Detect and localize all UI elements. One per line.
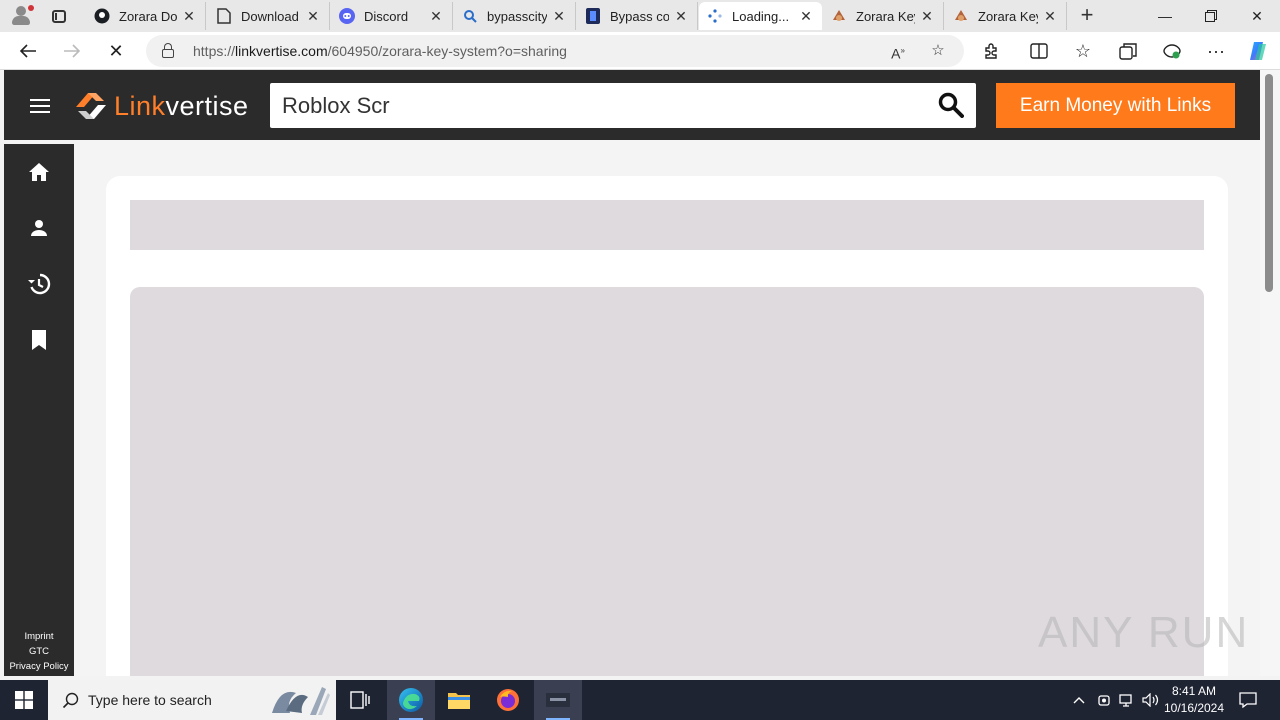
tab-download[interactable]: Download ✕ — [208, 2, 330, 30]
clock-time: 8:41 AM — [1171, 684, 1217, 698]
footer-links: Imprint GTC Privacy Policy — [4, 629, 74, 674]
web-page: Linkvertise Roblox Scr Earn Money with L… — [4, 70, 1260, 676]
new-tab-button[interactable]: + — [1076, 4, 1098, 28]
taskbar-search-placeholder: Type here to search — [88, 692, 212, 708]
collections-icon[interactable] — [1114, 37, 1142, 65]
github-icon — [94, 8, 110, 24]
search-icon — [462, 8, 478, 24]
profile-avatar-icon[interactable] — [0, 0, 44, 32]
security-tray-icon[interactable] — [1093, 680, 1115, 720]
stop-loading-icon[interactable]: ✕ — [102, 37, 130, 65]
home-icon[interactable] — [27, 160, 51, 184]
site-header: Linkvertise Roblox Scr Earn Money with L… — [4, 70, 1260, 140]
zorara-app-taskbar-icon[interactable] — [534, 680, 582, 720]
tab-actions-button[interactable] — [44, 0, 74, 32]
tab-title: Zorara Key — [856, 8, 915, 24]
search-icon — [62, 692, 79, 709]
favorites-icon[interactable]: ☆ — [1069, 37, 1097, 65]
loading-icon — [707, 8, 723, 24]
hamburger-menu-icon[interactable] — [30, 99, 50, 113]
search-icon[interactable] — [938, 92, 964, 118]
bypass-icon — [585, 8, 601, 24]
close-tab-icon[interactable]: ✕ — [919, 8, 935, 25]
copilot-icon[interactable] — [1244, 37, 1272, 65]
imprint-link[interactable]: Imprint — [4, 629, 74, 644]
tab-bypasscity[interactable]: bypasscity ✕ — [454, 2, 576, 30]
taskbar-search-input[interactable]: Type here to search — [48, 680, 336, 720]
close-tab-icon[interactable]: ✕ — [1042, 8, 1058, 25]
firefox-icon[interactable] — [484, 680, 532, 720]
loading-placeholder-bar — [130, 200, 1204, 250]
close-tab-icon[interactable]: ✕ — [305, 8, 321, 25]
extensions-icon[interactable] — [977, 37, 1005, 65]
logo-wordmark: Linkvertise — [114, 90, 249, 121]
close-tab-icon[interactable]: ✕ — [673, 8, 689, 25]
linkvertise-logo[interactable]: Linkvertise — [74, 89, 249, 123]
scrollbar-thumb[interactable] — [1265, 74, 1273, 292]
content-card — [106, 176, 1228, 676]
gtc-link[interactable]: GTC — [4, 644, 74, 659]
file-explorer-icon[interactable] — [435, 680, 483, 720]
tab-title: Bypass cor — [610, 8, 669, 24]
lock-icon[interactable] — [162, 43, 174, 58]
tab-zorara-key-1[interactable]: Zorara Key ✕ — [823, 2, 944, 30]
system-clock[interactable]: 8:41 AM 10/16/2024 — [1162, 683, 1226, 717]
notifications-icon[interactable] — [1236, 680, 1260, 720]
site-search-input[interactable]: Roblox Scr — [270, 83, 976, 128]
tab-bypass-cor[interactable]: Bypass cor ✕ — [577, 2, 698, 30]
task-view-icon[interactable] — [336, 680, 384, 720]
forward-arrow-icon[interactable] — [58, 37, 86, 65]
user-icon[interactable] — [27, 216, 51, 240]
edge-taskbar-icon[interactable] — [387, 680, 435, 720]
side-navigation: Imprint GTC Privacy Policy — [4, 144, 74, 676]
zorara-icon — [831, 8, 847, 24]
close-window-icon[interactable]: ✕ — [1234, 0, 1280, 32]
tab-title: Download — [241, 8, 299, 24]
tab-title: Loading... — [732, 8, 790, 24]
tab-discord[interactable]: Discord ✕ — [331, 2, 453, 30]
windows-taskbar: Type here to search 8:41 AM 10/16/2024 — [0, 680, 1280, 720]
browser-toolbar: ✕ https://linkvertise.com/604950/zorara-… — [0, 32, 1280, 70]
tab-loading-active[interactable]: Loading... ✕ — [699, 2, 822, 30]
history-icon[interactable] — [27, 272, 51, 296]
split-screen-icon[interactable] — [1025, 37, 1053, 65]
address-url[interactable]: https://linkvertise.com/604950/zorara-ke… — [193, 43, 567, 59]
linkvertise-logo-icon — [76, 93, 106, 119]
read-aloud-icon[interactable]: A» — [888, 41, 908, 62]
volume-icon[interactable] — [1140, 680, 1162, 720]
tab-strip: Zorara Dow ✕ Download ✕ Discord ✕ bypass… — [0, 0, 1280, 32]
tab-zorara-download[interactable]: Zorara Dow ✕ — [86, 2, 206, 30]
tab-zorara-key-2[interactable]: Zorara Key ✕ — [945, 2, 1067, 30]
search-highlight-illustration-icon — [272, 687, 330, 715]
close-tab-icon[interactable]: ✕ — [551, 8, 567, 25]
network-icon[interactable] — [1116, 680, 1138, 720]
browser-essentials-icon[interactable] — [1158, 37, 1186, 65]
close-tab-icon[interactable]: ✕ — [181, 8, 197, 25]
privacy-policy-link[interactable]: Privacy Policy — [4, 659, 74, 674]
minimize-icon[interactable]: — — [1142, 0, 1188, 32]
back-arrow-icon[interactable] — [14, 37, 42, 65]
tab-title: Zorara Key — [978, 8, 1038, 24]
tab-title: bypasscity — [487, 8, 547, 24]
page-scrollbar[interactable] — [1260, 70, 1280, 676]
discord-icon — [339, 8, 355, 24]
anyrun-watermark: ANY RUN — [1038, 608, 1250, 657]
page-icon — [216, 8, 232, 24]
clock-date: 10/16/2024 — [1163, 701, 1225, 715]
search-value: Roblox Scr — [282, 93, 390, 118]
bookmark-icon[interactable] — [27, 328, 51, 352]
tab-title: Discord — [364, 8, 409, 24]
earn-money-button[interactable]: Earn Money with Links — [996, 83, 1235, 128]
zorara-icon — [953, 8, 969, 24]
more-menu-icon[interactable]: ··· — [1202, 37, 1230, 65]
windows-start-icon[interactable] — [0, 680, 48, 720]
show-hidden-icons-chevron-icon[interactable] — [1068, 680, 1090, 720]
restore-icon[interactable] — [1188, 0, 1234, 32]
close-tab-icon[interactable]: ✕ — [798, 8, 814, 25]
close-tab-icon[interactable]: ✕ — [428, 8, 444, 25]
favorite-star-icon[interactable]: ☆ — [928, 41, 948, 61]
tab-title: Zorara Dow — [119, 8, 177, 24]
address-bar[interactable]: https://linkvertise.com/604950/zorara-ke… — [146, 35, 964, 67]
